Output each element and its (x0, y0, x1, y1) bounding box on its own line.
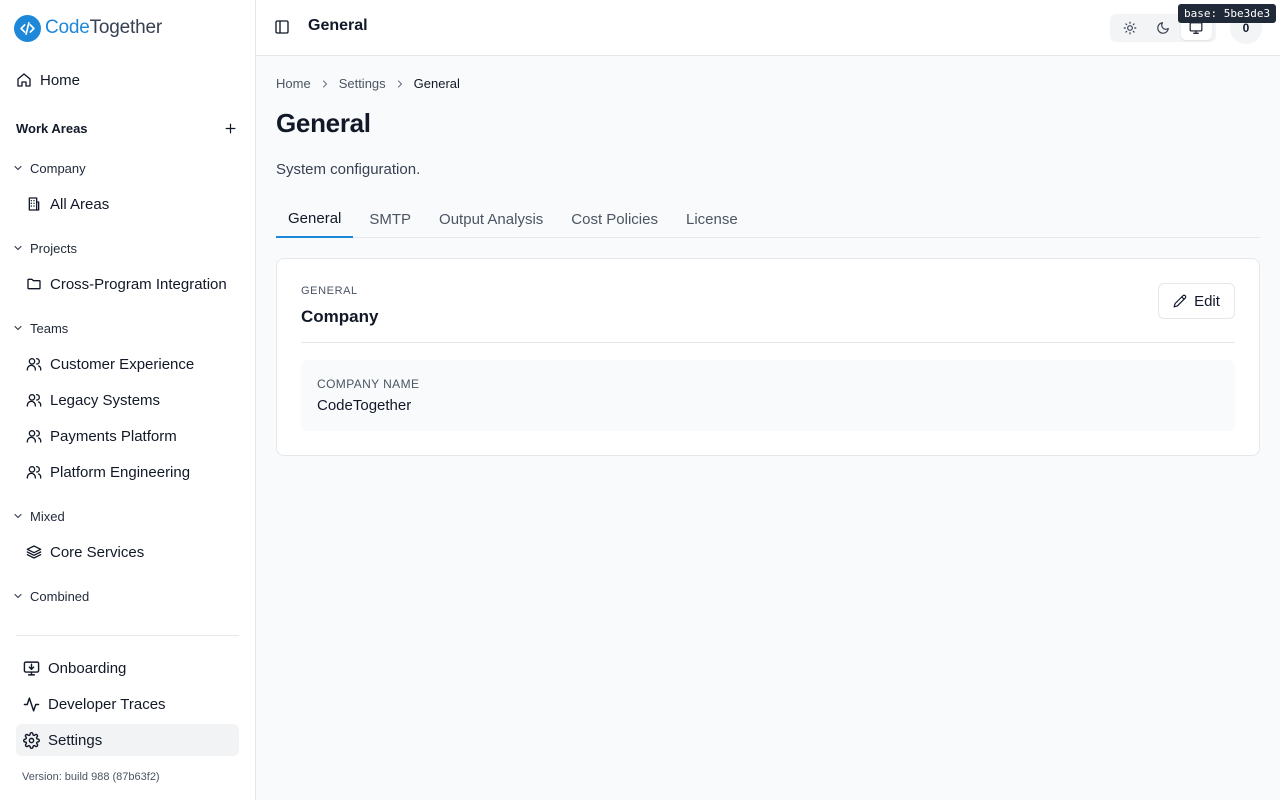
logo-text: CodeTogether (45, 17, 162, 38)
chevron-down-icon (12, 162, 24, 174)
sidebar-item-legacy-systems[interactable]: Legacy Systems (26, 388, 239, 412)
card-title: Company (301, 307, 379, 326)
folder-icon (26, 276, 42, 292)
main-content: General 0 base: 5be3de3 Home Settings Ge… (256, 0, 1280, 800)
breadcrumb: Home Settings General (276, 76, 460, 91)
topbar: General 0 base: 5be3de3 (256, 0, 1280, 56)
chevron-right-icon (394, 78, 406, 90)
company-name-field: COMPANY NAME CodeTogether (301, 360, 1235, 431)
sidebar-item-settings[interactable]: Settings (16, 724, 239, 756)
pencil-icon (1173, 294, 1187, 308)
card-eyebrow: GENERAL (301, 285, 358, 297)
chevron-right-icon (319, 78, 331, 90)
tab-license[interactable]: License (674, 200, 750, 238)
sidebar-item-cross-program-integration[interactable]: Cross-Program Integration (26, 272, 239, 296)
group-header-mixed[interactable]: Mixed (12, 506, 65, 526)
sidebar-divider (16, 635, 239, 636)
code-icon (14, 14, 41, 42)
moon-icon[interactable] (1147, 16, 1178, 40)
group-header-projects[interactable]: Projects (12, 238, 77, 258)
topbar-title: General (308, 17, 368, 34)
version-text: Version: build 988 (87b63f2) (22, 771, 160, 783)
page-title: General (276, 108, 371, 138)
tab-cost-policies[interactable]: Cost Policies (559, 200, 670, 238)
sidebar-item-home[interactable]: Home (16, 68, 239, 92)
users-icon (26, 428, 42, 444)
work-areas-title: Work Areas (16, 120, 88, 136)
users-icon (26, 392, 42, 408)
chevron-down-icon (12, 322, 24, 334)
tab-smtp[interactable]: SMTP (357, 200, 423, 238)
settings-tabs: General SMTP Output Analysis Cost Polici… (276, 200, 1260, 238)
field-value: CodeTogether (317, 397, 412, 414)
breadcrumb-home[interactable]: Home (276, 76, 311, 91)
home-icon (16, 72, 32, 88)
tab-general[interactable]: General (276, 200, 354, 238)
work-areas-list[interactable]: Company All Areas Projects Cross-Program… (0, 150, 256, 628)
tab-output-analysis[interactable]: Output Analysis (427, 200, 555, 238)
field-label: COMPANY NAME (317, 377, 420, 391)
sidebar-toggle-icon[interactable] (274, 19, 290, 35)
sidebar-item-payments-platform[interactable]: Payments Platform (26, 424, 239, 448)
chevron-down-icon (12, 590, 24, 602)
work-areas-header: Work Areas (16, 118, 239, 138)
users-icon (26, 356, 42, 372)
build-badge: base: 5be3de3 (1178, 4, 1277, 23)
app-logo[interactable]: CodeTogether (14, 14, 162, 42)
group-header-combined[interactable]: Combined (12, 586, 89, 606)
sidebar-item-onboarding[interactable]: Onboarding (16, 652, 239, 684)
group-header-teams[interactable]: Teams (12, 318, 68, 338)
chevron-down-icon (12, 242, 24, 254)
edit-button[interactable]: Edit (1158, 283, 1235, 319)
sidebar: CodeTogether Home Work Areas Company All… (0, 0, 256, 800)
edit-button-label: Edit (1194, 292, 1220, 310)
sidebar-item-label: Home (40, 71, 81, 89)
sidebar-item-developer-traces[interactable]: Developer Traces (16, 688, 239, 720)
add-work-area-icon[interactable] (221, 119, 239, 137)
monitor-download-icon (23, 660, 40, 677)
sun-icon[interactable] (1114, 16, 1145, 40)
page-description: System configuration. (276, 161, 421, 178)
building-icon (26, 196, 42, 212)
chevron-down-icon (12, 510, 24, 522)
sidebar-item-all-areas[interactable]: All Areas (26, 192, 239, 216)
sidebar-item-core-services[interactable]: Core Services (26, 540, 239, 564)
layers-icon (26, 544, 42, 560)
breadcrumb-settings[interactable]: Settings (339, 76, 386, 91)
sidebar-item-platform-engineering[interactable]: Platform Engineering (26, 460, 239, 484)
users-icon (26, 464, 42, 480)
sidebar-item-customer-experience[interactable]: Customer Experience (26, 352, 239, 376)
group-header-company[interactable]: Company (12, 158, 86, 178)
company-card: GENERAL Company Edit COMPANY NAME CodeTo… (276, 258, 1260, 456)
activity-icon (23, 696, 40, 713)
breadcrumb-current: General (413, 76, 460, 91)
gear-icon (23, 731, 40, 749)
card-divider (301, 342, 1235, 343)
